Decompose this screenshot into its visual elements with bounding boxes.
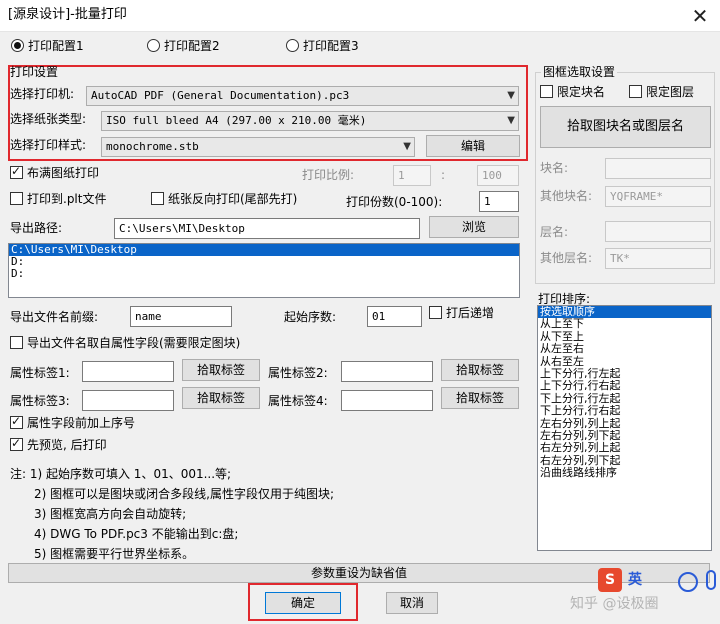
other-block-label: 其他块名: [540,189,593,203]
edit-style-button[interactable]: 编辑 [426,135,520,157]
layer-name-label: 层名: [540,225,569,239]
paper-label: 选择纸张类型: [10,112,87,126]
plot-to-plt-checkbox[interactable] [10,192,23,205]
list-item[interactable]: C:\Users\MI\Desktop [9,244,519,256]
name-from-attr-checkbox[interactable] [10,336,23,349]
note-line: 2) 图框可以是图块或闭合多段线,属性字段仅用于纯图块; [34,487,334,501]
chevron-down-icon: ▼ [507,90,515,101]
paper-select[interactable]: ISO full bleed A4 (297.00 x 210.00 毫米) ▼ [101,111,519,131]
note-line: 4) DWG To PDF.pc3 不能输出到c:盘; [34,527,239,541]
ok-button[interactable]: 确定 [265,592,341,614]
fill-paper-label: 布满图纸打印 [27,166,100,180]
tag2-input[interactable] [341,361,433,382]
cancel-button[interactable]: 取消 [386,592,438,614]
close-icon[interactable]: ✕ [686,2,714,30]
pick-block-layer-button[interactable]: 拾取图块名或图层名 [540,106,711,148]
style-label: 选择打印样式: [10,138,87,152]
plot-to-plt-label: 打印到.plt文件 [27,192,107,206]
printer-select[interactable]: AutoCAD PDF (General Documentation).pc3 … [86,86,519,106]
pick-tag1-button[interactable]: 拾取标签 [182,359,260,381]
list-item[interactable]: 下上分行,行右起 [538,404,711,417]
note-line: 5) 图框需要平行世界坐标系。 [34,547,195,561]
export-path-list[interactable]: C:\Users\MI\Desktop D: D: [8,243,520,298]
list-item[interactable]: D: [9,268,519,280]
tab-config3-label[interactable]: 打印配置3 [303,38,359,54]
fill-paper-checkbox[interactable] [10,164,23,179]
tag4-label: 属性标签4: [268,394,328,408]
window-title: [源泉设计]-批量打印 [8,7,127,22]
list-item[interactable]: 从左至右 [538,342,711,355]
chevron-down-icon: ▼ [507,115,515,126]
other-layer-input[interactable]: TK* [605,248,711,269]
limit-block-checkbox[interactable] [540,85,553,98]
start-number-input[interactable]: 01 [367,306,422,327]
export-path-input[interactable]: C:\Users\MI\Desktop [114,218,420,239]
scale-label: 打印比例: [302,168,355,182]
list-item[interactable]: 上下分行,行右起 [538,379,711,392]
other-block-input[interactable]: YQFRAME* [605,186,711,207]
chevron-down-icon: ▼ [403,141,411,152]
reverse-paper-checkbox[interactable] [151,192,164,205]
tag3-label: 属性标签3: [10,394,70,408]
style-select[interactable]: monochrome.stb ▼ [101,137,415,157]
watermark-text: 知乎 @设极圈 [570,596,659,612]
tag1-label: 属性标签1: [10,366,70,380]
browse-button[interactable]: 浏览 [429,216,519,238]
tab-config2-radio[interactable] [147,39,160,52]
tab-config3-radio[interactable] [286,39,299,52]
layer-name-input[interactable] [605,221,711,242]
tab-config2-label[interactable]: 打印配置2 [164,38,220,54]
paper-select-value: ISO full bleed A4 (297.00 x 210.00 毫米) [106,114,367,127]
print-order-list[interactable]: 按选取顺序 从上至下 从下至上 从左至右 从右至左 上下分行,行左起 上下分行,… [537,305,712,551]
limit-layer-checkbox[interactable] [629,85,642,98]
printer-select-value: AutoCAD PDF (General Documentation).pc3 [91,89,350,102]
start-number-label: 起始序数: [284,310,337,324]
note-line: 注: 1) 起始序数可填入 1、01、001...等; [10,467,232,481]
name-from-attr-label: 导出文件名取自属性字段(需要限定图块) [27,336,241,350]
microphone-icon [706,570,716,590]
increment-after-label: 打后递增 [446,306,495,320]
printer-label: 选择打印机: [10,87,75,101]
list-item[interactable]: D: [9,256,519,268]
preview-first-label: 先预览, 后打印 [27,438,107,452]
ime-logo-icon: S [598,568,622,592]
copies-label: 打印份数(0-100): [346,195,443,209]
tab-config1-label[interactable]: 打印配置1 [28,38,84,54]
list-item[interactable]: 沿曲线路线排序 [538,466,711,479]
scale-separator: : [441,168,446,182]
tag2-label: 属性标签2: [268,366,328,380]
block-name-input[interactable] [605,158,711,179]
export-path-label: 导出路径: [10,221,63,235]
pick-tag4-button[interactable]: 拾取标签 [441,387,519,409]
style-select-value: monochrome.stb [106,140,199,153]
limit-layer-label: 限定图层 [646,85,695,99]
preview-first-checkbox[interactable] [10,436,23,451]
pick-tag3-button[interactable]: 拾取标签 [182,387,260,409]
note-line: 3) 图框宽高方向会自动旋转; [34,507,187,521]
reverse-paper-label: 纸张反向打印(尾部先打) [168,192,298,206]
tag4-input[interactable] [341,390,433,411]
scale-right-input[interactable]: 100 [477,165,519,186]
prepend-seq-label: 属性字段前加上序号 [27,416,136,430]
block-name-label: 块名: [540,161,569,175]
tag3-input[interactable] [82,390,174,411]
emoji-icon [678,572,698,592]
prepend-seq-checkbox[interactable] [10,414,23,429]
list-item[interactable]: 从上至下 [538,317,711,330]
other-layer-label: 其他层名: [540,251,593,265]
list-item[interactable]: 右左分列,列上起 [538,441,711,454]
print-settings-group-label: 打印设置 [10,65,59,79]
tab-config1-radio[interactable] [11,39,24,52]
pick-tag2-button[interactable]: 拾取标签 [441,359,519,381]
copies-input[interactable]: 1 [479,191,519,212]
scale-left-input[interactable]: 1 [393,165,431,186]
limit-block-label: 限定块名 [557,85,606,99]
tag1-input[interactable] [82,361,174,382]
prefix-input[interactable]: name [130,306,232,327]
ime-language-badge: 英 [628,572,642,588]
prefix-label: 导出文件名前缀: [10,310,99,324]
increment-after-checkbox[interactable] [429,306,442,319]
frame-select-group-label: 图框选取设置 [541,64,618,80]
